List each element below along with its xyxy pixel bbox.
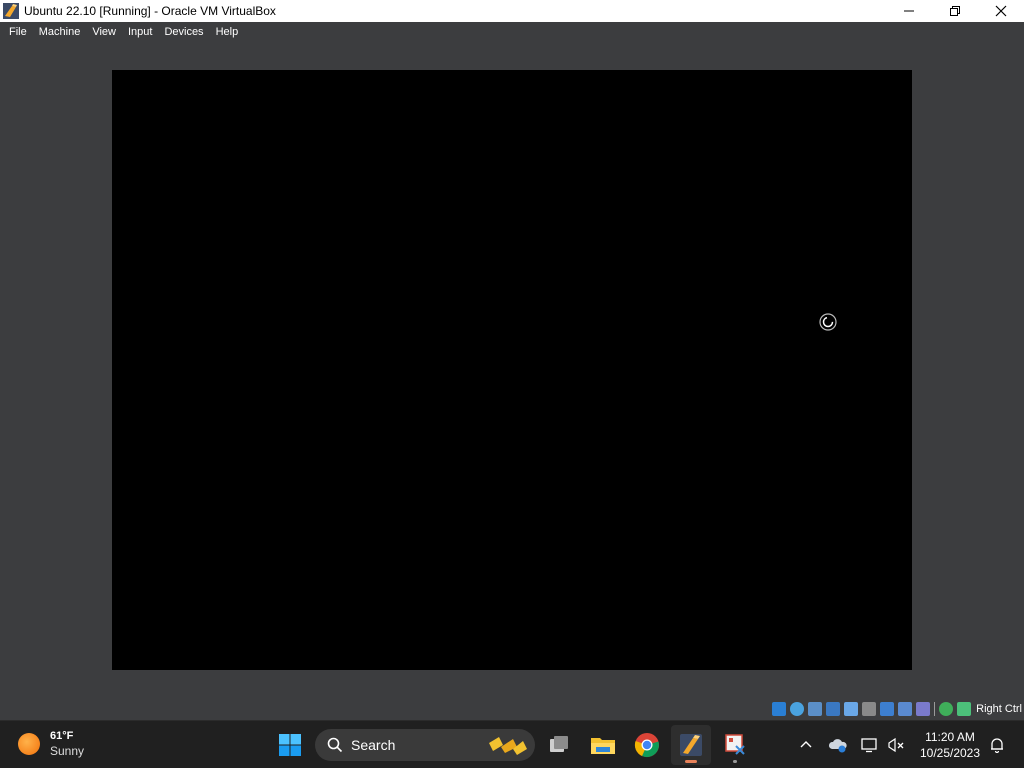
clock-time: 11:20 AM: [925, 730, 975, 744]
display-icon[interactable]: [880, 702, 895, 716]
active-app-indicator: [685, 760, 697, 763]
menu-devices[interactable]: Devices: [158, 22, 209, 42]
mouse-integration-icon[interactable]: [939, 702, 954, 716]
search-label: Search: [351, 737, 396, 753]
windows-logo-icon: [279, 734, 301, 756]
menu-bar: File Machine View Input Devices Help: [0, 22, 1024, 42]
menu-help[interactable]: Help: [210, 22, 245, 42]
show-hidden-icons-button[interactable]: [796, 733, 816, 757]
menu-file[interactable]: File: [3, 22, 33, 42]
close-button[interactable]: [978, 0, 1024, 22]
task-view-button[interactable]: [539, 725, 579, 765]
menu-input[interactable]: Input: [122, 22, 158, 42]
keyboard-capture-icon[interactable]: [957, 702, 972, 716]
vm-display-area: Right Ctrl: [0, 42, 1024, 720]
menu-view[interactable]: View: [86, 22, 122, 42]
vm-screen[interactable]: [112, 70, 912, 670]
minimize-button[interactable]: [886, 0, 932, 22]
snipping-tool-icon: [725, 734, 745, 755]
weather-temperature: 61°F: [50, 730, 74, 742]
start-button[interactable]: [278, 733, 302, 757]
shared-folders-icon[interactable]: [862, 702, 877, 716]
running-app-indicator: [733, 760, 737, 763]
network-icon[interactable]: [826, 702, 841, 716]
hard-disk-icon[interactable]: [772, 702, 787, 716]
search-highlight-icon: [489, 737, 527, 755]
audio-icon[interactable]: [808, 702, 823, 716]
cpu-virtualization-icon[interactable]: [916, 702, 931, 716]
maximize-button[interactable]: [932, 0, 978, 22]
window-title: Ubuntu 22.10 [Running] - Oracle VM Virtu…: [24, 4, 276, 18]
chrome-button[interactable]: [627, 725, 667, 765]
notifications-icon: [991, 738, 1003, 753]
show-hidden-icons-icon: [800, 741, 812, 748]
vm-status-bar: Right Ctrl: [770, 698, 1024, 720]
taskbar-clock[interactable]: 11:20 AM 10/25/2023: [914, 729, 986, 761]
network-icon: [888, 737, 904, 753]
optical-drive-icon[interactable]: [790, 702, 805, 716]
onedrive-icon: [828, 739, 847, 753]
notifications-button[interactable]: [986, 733, 1008, 757]
virtualbox-taskbar-button[interactable]: [671, 725, 711, 765]
search-icon: [327, 737, 343, 753]
status-separator: [934, 702, 936, 716]
taskbar-search[interactable]: Search: [315, 729, 535, 761]
spinner-icon: [819, 313, 837, 331]
restore-icon: [950, 6, 960, 16]
minimize-icon: [904, 10, 914, 12]
taskbar: 61°F Sunny Search 11:20 AM 10/25/2023: [0, 720, 1024, 768]
file-explorer-button[interactable]: [583, 725, 623, 765]
task-view-icon: [550, 736, 568, 752]
clock-date: 10/25/2023: [919, 746, 981, 760]
snipping-tool-button[interactable]: [715, 725, 755, 765]
title-bar[interactable]: Ubuntu 22.10 [Running] - Oracle VM Virtu…: [0, 0, 1024, 22]
recording-icon[interactable]: [898, 702, 913, 716]
onedrive-button[interactable]: [826, 733, 850, 757]
weather-condition: Sunny: [50, 744, 85, 758]
sun-icon: [18, 733, 40, 755]
file-explorer-icon: [591, 738, 615, 754]
chrome-icon: [634, 733, 659, 758]
close-icon: [995, 5, 1007, 17]
usb-icon[interactable]: [844, 702, 859, 716]
menu-machine[interactable]: Machine: [33, 22, 87, 42]
weather-widget[interactable]: 61°F Sunny: [18, 729, 84, 759]
host-key-label[interactable]: Right Ctrl: [976, 703, 1022, 715]
display-icon: [861, 738, 877, 753]
network-button[interactable]: [884, 733, 908, 757]
display-settings-button[interactable]: [858, 733, 882, 757]
virtualbox-icon: [680, 734, 702, 756]
virtualbox-app-icon: [3, 3, 19, 19]
